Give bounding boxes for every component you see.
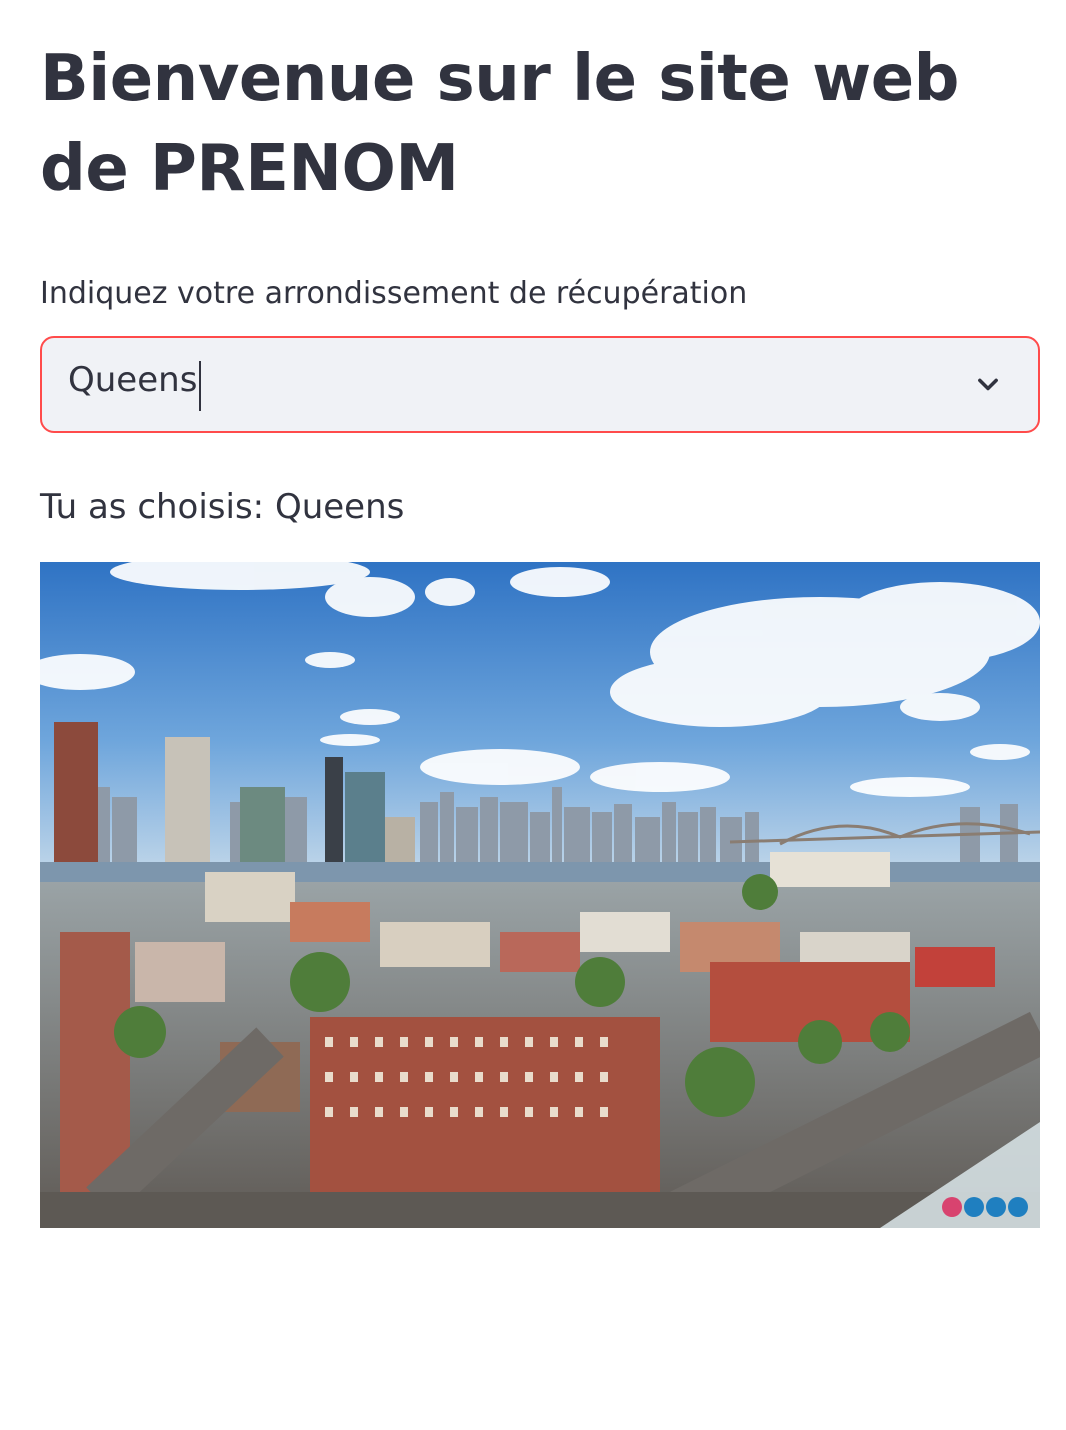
borough-select-label: Indiquez votre arrondissement de récupér… <box>40 276 748 311</box>
borough-select-value-wrap[interactable]: Queens <box>42 358 202 412</box>
main-container: Bienvenue sur le site web de PRENOM Indi… <box>40 0 1040 529</box>
text-caret <box>199 361 202 412</box>
chevron-down-icon[interactable] <box>974 371 1002 399</box>
queens-skyline-image <box>40 562 1040 1228</box>
selected-borough-text: Tu as choisis: Queens <box>40 487 405 527</box>
borough-select-value[interactable]: Queens <box>68 360 197 400</box>
page-title: Bienvenue sur le site web de PRENOM <box>40 42 959 206</box>
borough-photo <box>40 562 1040 1228</box>
borough-select[interactable]: Queens <box>40 336 1040 433</box>
